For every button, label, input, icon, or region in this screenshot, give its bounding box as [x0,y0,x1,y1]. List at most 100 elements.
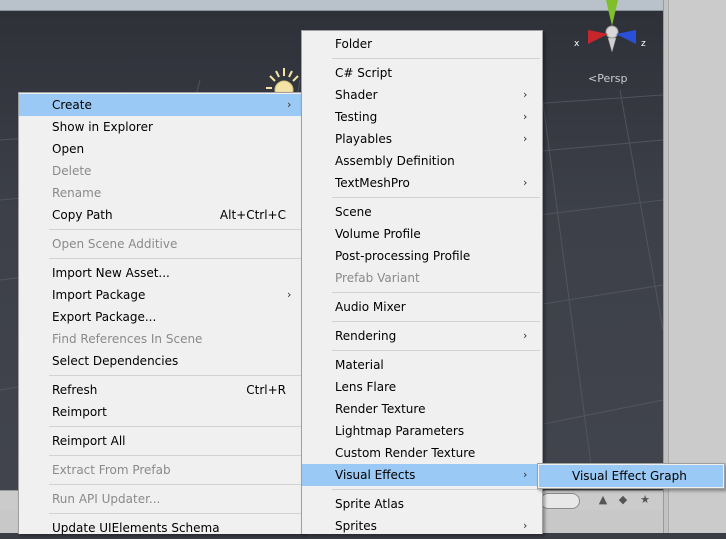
menu-item-find-references[interactable]: Find References In Scene [19,328,301,350]
chevron-right-icon: › [523,468,528,481]
menu-item-label: C# Script [335,66,393,80]
menu-item-import-package[interactable]: Import Package › [19,284,301,306]
menu-item-open[interactable]: Open [19,138,301,160]
chevron-right-icon: › [523,176,528,189]
chevron-right-icon: › [523,88,528,101]
menu-item-label: Refresh [52,383,98,397]
create-submenu: Folder C# Script Shader › Testing › Playab… [301,30,543,534]
menu-item-label: Create [52,98,92,112]
chevron-right-icon: › [523,519,528,532]
menu-item-lightmap-parameters[interactable]: Lightmap Parameters [302,420,540,442]
menu-separator [332,197,540,198]
menu-item-material[interactable]: Material [302,354,540,376]
menu-item-assembly-definition[interactable]: Assembly Definition [302,150,540,172]
menu-item-label: Visual Effect Graph [572,469,687,483]
menu-item-import-new-asset[interactable]: Import New Asset... [19,262,301,284]
menu-item-export-package[interactable]: Export Package... [19,306,301,328]
menu-item-label: Rename [52,186,102,200]
menu-item-extract-from-prefab[interactable]: Extract From Prefab [19,459,301,481]
menu-item-label: Visual Effects [335,468,416,482]
menu-item-label: Show in Explorer [52,120,153,134]
menu-item-shortcut: Ctrl+R [246,383,286,397]
menu-item-lens-flare[interactable]: Lens Flare [302,376,540,398]
menu-item-label: Playables [335,132,392,146]
chevron-right-icon: › [523,132,528,145]
menu-item-shader[interactable]: Shader › [302,84,540,106]
project-search-input[interactable] [540,493,580,509]
tag-icon[interactable]: ◆ [614,492,632,508]
persp-label: Persp [597,72,628,85]
gizmo-z-label: z [641,39,646,49]
menu-item-label: Run API Updater... [52,492,161,506]
menu-separator [49,513,301,514]
menu-item-label: Material [335,358,384,372]
menu-item-visual-effects[interactable]: Visual Effects › [302,464,540,486]
menu-item-rendering[interactable]: Rendering › [302,325,540,347]
menu-separator [332,350,540,351]
gizmo-z-axis [616,30,636,44]
menu-item-label: Export Package... [52,310,157,324]
menu-item-prefab-variant[interactable]: Prefab Variant [302,267,540,289]
menu-item-label: Select Dependencies [52,354,179,368]
menu-item-custom-render-texture[interactable]: Custom Render Texture [302,442,540,464]
menu-item-label: Open Scene Additive [52,237,178,251]
chevron-right-icon: › [287,98,292,111]
menu-item-refresh[interactable]: Refresh Ctrl+R [19,379,301,401]
chevron-right-icon: › [523,329,528,342]
menu-item-scene[interactable]: Scene [302,201,540,223]
menu-item-label: Shader [335,88,378,102]
menu-item-label: Import Package [52,288,146,302]
star-icon[interactable]: ★ [636,492,654,508]
menu-separator [332,489,540,490]
menu-item-post-processing-profile[interactable]: Post-processing Profile [302,245,540,267]
menu-item-textmeshpro[interactable]: TextMeshPro › [302,172,540,194]
menu-item-sprites[interactable]: Sprites › [302,515,540,537]
menu-separator [332,321,540,322]
menu-item-shortcut: Alt+Ctrl+C [219,208,286,222]
menu-item-testing[interactable]: Testing › [302,106,540,128]
menu-item-label: Sprites [335,519,377,533]
menu-item-playables[interactable]: Playables › [302,128,540,150]
menu-item-label: TextMeshPro [335,176,410,190]
menu-item-label: Lens Flare [335,380,397,394]
menu-item-visual-effect-graph[interactable]: Visual Effect Graph [539,465,723,487]
menu-item-folder[interactable]: Folder [302,33,540,55]
menu-item-update-uielements-schema[interactable]: Update UIElements Schema [19,517,301,539]
persp-toggle[interactable]: <Persp [588,72,627,85]
chevron-right-icon: › [523,110,528,123]
gizmo-x-axis [588,30,608,44]
menu-item-csharp-script[interactable]: C# Script [302,62,540,84]
menu-item-label: Render Texture [335,402,426,416]
context-menu: Create › Show in Explorer Open Delete Ren… [18,92,304,535]
inspector-panel [663,0,726,533]
menu-separator [49,229,301,230]
menu-item-label: Reimport All [52,434,126,448]
menu-item-create[interactable]: Create › [19,94,301,116]
menu-item-reimport[interactable]: Reimport [19,401,301,423]
menu-item-sprite-atlas[interactable]: Sprite Atlas [302,493,540,515]
menu-item-reimport-all[interactable]: Reimport All [19,430,301,452]
menu-item-label: Audio Mixer [335,300,406,314]
persp-arrow-icon: < [588,72,598,85]
menu-item-open-scene-additive[interactable]: Open Scene Additive [19,233,301,255]
menu-item-label: Open [52,142,85,156]
menu-item-show-in-explorer[interactable]: Show in Explorer [19,116,301,138]
gizmo-y-axis [606,0,618,26]
menu-item-label: Testing [335,110,378,124]
layers-icon[interactable]: ▲ [594,492,612,508]
menu-item-render-texture[interactable]: Render Texture [302,398,540,420]
menu-item-delete[interactable]: Delete [19,160,301,182]
menu-item-run-api-updater[interactable]: Run API Updater... [19,488,301,510]
menu-item-label: Import New Asset... [52,266,170,280]
menu-separator [49,375,301,376]
menu-item-volume-profile[interactable]: Volume Profile [302,223,540,245]
menu-item-audio-mixer[interactable]: Audio Mixer [302,296,540,318]
visual-effects-submenu: Visual Effect Graph [537,463,725,489]
menu-item-copy-path[interactable]: Copy Path Alt+Ctrl+C [19,204,301,226]
menu-item-select-dependencies[interactable]: Select Dependencies [19,350,301,372]
menu-item-label: Reimport [52,405,107,419]
menu-item-label: Folder [335,37,373,51]
menu-separator [332,58,540,59]
menu-item-rename[interactable]: Rename [19,182,301,204]
scene-gizmo[interactable]: x z [572,0,652,60]
